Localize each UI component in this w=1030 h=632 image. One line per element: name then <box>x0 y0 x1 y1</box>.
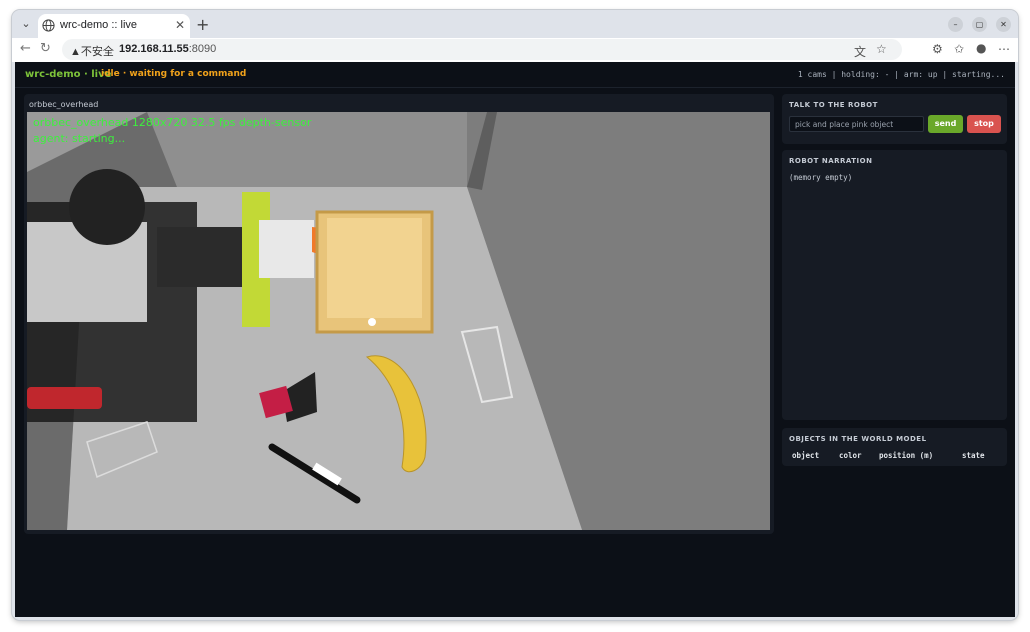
world-model-panel: OBJECTS IN THE WORLD MODEL object color … <box>782 428 1007 466</box>
translate-icon[interactable]: 文 <box>854 43 866 60</box>
tab-active[interactable]: wrc-demo :: live ✕ <box>38 14 190 38</box>
narration-text: (memory empty) <box>789 173 853 182</box>
camera-scene <box>27 112 770 530</box>
app-brand: wrc-demo · live <box>25 69 112 80</box>
reload-icon[interactable]: ↻ <box>40 41 51 56</box>
narration-panel: ROBOT NARRATION (memory empty) <box>782 150 1007 420</box>
address-bar[interactable]: ▲不安全 192.168.11.55:8090 文 ☆ <box>62 39 902 60</box>
camera-overlay-info: orbbec_overhead 1280x720 32.5 fps depth-… <box>33 116 312 129</box>
column-header-color: color <box>839 451 862 460</box>
browser-toolbar: ← ↻ ▲不安全 192.168.11.55:8090 文 ☆ ⚙ ✩ ● ⋯ <box>12 38 1018 62</box>
talk-title: TALK TO THE ROBOT <box>789 101 878 109</box>
column-header-object: object <box>792 451 820 460</box>
tab-title: wrc-demo :: live <box>60 19 138 31</box>
url-host: 192.168.11.55:8090 <box>119 43 216 55</box>
security-warning[interactable]: ▲不安全 <box>70 43 114 59</box>
profile-avatar-icon[interactable]: ● <box>976 41 986 55</box>
camera-feed[interactable]: orbbec_overhead 1280x720 32.5 fps depth-… <box>27 112 770 530</box>
send-button[interactable]: send <box>928 115 963 133</box>
extensions-icon[interactable]: ⚙ <box>932 42 943 56</box>
column-header-position: position (m) <box>879 451 934 460</box>
app-header: wrc-demo · live idle · waiting for a com… <box>15 62 1015 88</box>
new-tab-icon[interactable]: + <box>196 15 209 34</box>
url-host-text: 192.168.11.55 <box>119 43 189 55</box>
tab-search-icon[interactable]: ⌄ <box>18 16 34 32</box>
column-header-state: state <box>962 451 985 460</box>
back-icon[interactable]: ← <box>20 41 31 56</box>
camera-panel: orbbec_overhead orbbec_overhead 1280x720… <box>24 94 774 534</box>
app-root: wrc-demo · live idle · waiting for a com… <box>15 62 1015 617</box>
tab-close-icon[interactable]: ✕ <box>175 18 185 32</box>
camera-overlay-agent: agent: starting... <box>33 132 126 145</box>
url-port: :8090 <box>188 43 217 55</box>
stop-button[interactable]: stop <box>967 115 1001 133</box>
browser-window: ⌄ wrc-demo :: live ✕ + – ▢ ✕ ← ↻ ▲不安全 19… <box>12 10 1018 620</box>
world-model-title: OBJECTS IN THE WORLD MODEL <box>789 435 927 443</box>
system-stats: 1 cams | holding: - | arm: up | starting… <box>797 70 1005 79</box>
narration-title: ROBOT NARRATION <box>789 157 873 165</box>
globe-icon <box>42 19 55 32</box>
camera-label: orbbec_overhead <box>29 100 99 109</box>
tab-strip: ⌄ wrc-demo :: live ✕ + – ▢ ✕ <box>12 10 1018 38</box>
status-text: idle · waiting for a command <box>101 69 247 79</box>
menu-icon[interactable]: ⋯ <box>998 42 1010 56</box>
minimize-icon[interactable]: – <box>948 17 963 32</box>
command-input[interactable]: pick and place pink object <box>789 116 924 132</box>
favorites-icon[interactable]: ✩ <box>954 42 964 56</box>
talk-panel: TALK TO THE ROBOT pick and place pink ob… <box>782 94 1007 144</box>
maximize-icon[interactable]: ▢ <box>972 17 987 32</box>
bookmark-star-icon[interactable]: ☆ <box>876 42 887 56</box>
close-window-icon[interactable]: ✕ <box>996 17 1011 32</box>
